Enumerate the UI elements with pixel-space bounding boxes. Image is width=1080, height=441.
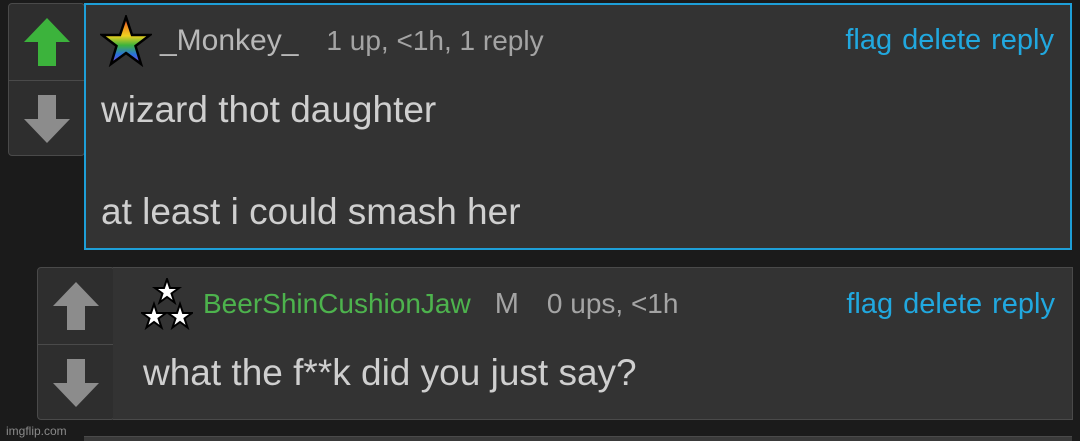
comment-text-line: at least i could smash her [101,191,521,232]
comment-actions: flag delete reply [846,288,1055,321]
downvote-button[interactable] [9,81,84,157]
comment-actions: flag delete reply [845,24,1054,57]
comment-meta: 0 ups, <1h [546,288,679,319]
comment-text-line: wizard thot daughter [101,89,437,130]
vote-column [8,3,85,156]
reply-link[interactable]: reply [991,24,1054,57]
rainbow-star-icon [100,15,152,67]
vote-column [37,267,115,420]
delete-link[interactable]: delete [903,288,982,321]
flag-link[interactable]: flag [846,288,893,321]
downvote-button[interactable] [38,345,114,421]
down-arrow-icon [23,95,70,143]
up-arrow-icon [53,282,99,330]
down-arrow-icon [53,359,99,407]
watermark: imgflip.com [6,424,67,438]
username[interactable]: BeerShinCushionJaw [203,288,471,320]
comment-header: BeerShinCushionJaw M 0 ups, <1h [141,278,678,330]
three-stars-icon [141,278,193,330]
delete-link[interactable]: delete [902,24,981,57]
comment-header: _Monkey_ 1 up, <1h, 1 reply [100,15,544,67]
upvote-button[interactable] [9,4,84,80]
comment-meta: 1 up, <1h, 1 reply [326,25,544,56]
upvote-button[interactable] [38,268,114,344]
comment-card: BeerShinCushionJaw M 0 ups, <1h flag del… [113,267,1073,420]
next-comment-edge [84,436,1072,441]
username[interactable]: _Monkey_ [160,24,298,58]
flag-link[interactable]: flag [845,24,892,57]
mod-badge: M [494,287,519,320]
comment-text-line: what the f**k did you just say? [143,352,637,393]
up-arrow-icon [23,18,70,66]
reply-link[interactable]: reply [992,288,1055,321]
comment-card: _Monkey_ 1 up, <1h, 1 reply flag delete … [84,3,1072,250]
